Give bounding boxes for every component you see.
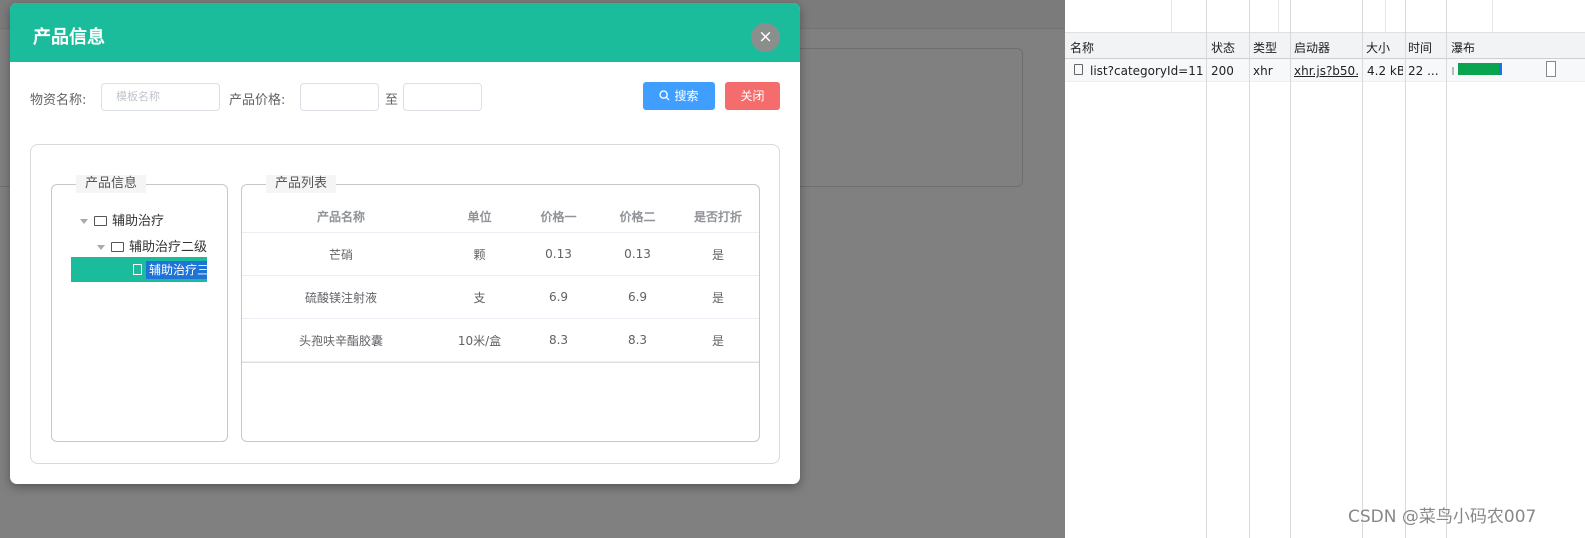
request-name[interactable]: list?categoryId=11... [1090, 64, 1203, 78]
tree-node-label: 辅助治疗二级 [129, 240, 207, 255]
table-row[interactable]: 硫酸镁注射液 支 6.9 6.9 是 [242, 275, 759, 319]
price-label: 产品价格: [229, 93, 286, 108]
waterfall-wait-bar [1458, 63, 1499, 75]
column-divider[interactable] [1405, 0, 1406, 538]
table-cell: 8.3 [598, 318, 677, 362]
list-legend: 产品列表 [266, 175, 337, 193]
column-header: 产品名称 [242, 200, 440, 233]
request-initiator-link[interactable]: xhr.js?b50... [1294, 64, 1358, 78]
price-to-label: 至 [385, 93, 399, 108]
material-name-input[interactable]: 模板名称 [101, 83, 220, 111]
table-cell: 0.13 [519, 232, 598, 276]
price-max-input[interactable] [403, 83, 482, 111]
column-header-status[interactable]: 状态 [1211, 39, 1235, 56]
waterfall-download-bar [1499, 63, 1502, 75]
column-header: 价格二 [598, 200, 677, 233]
table-cell: 10米/盒 [440, 318, 519, 362]
column-divider[interactable] [1249, 0, 1250, 538]
timeline-tick [1171, 0, 1172, 32]
request-size: 4.2 kB [1367, 64, 1403, 78]
table-cell: 支 [440, 275, 519, 319]
column-header: 单位 [440, 200, 519, 233]
column-header: 价格一 [519, 200, 598, 233]
search-button-label: 搜索 [674, 89, 699, 103]
tree-legend: 产品信息 [76, 175, 147, 193]
column-divider[interactable] [1206, 0, 1207, 538]
table-cell: 6.9 [519, 275, 598, 319]
column-divider[interactable] [1290, 0, 1291, 538]
folder-icon [111, 241, 124, 252]
column-header: 是否打折 [677, 200, 759, 233]
scrollbar[interactable] [1546, 61, 1556, 77]
column-header-initiator[interactable]: 启动器 [1294, 39, 1330, 56]
column-header-time[interactable]: 时间 [1408, 39, 1432, 56]
tree-node-label: 辅助治疗 [112, 214, 165, 229]
request-time: 22 ... [1408, 64, 1439, 78]
column-header-waterfall[interactable]: 瀑布 [1451, 39, 1475, 56]
expand-caret-icon[interactable] [97, 245, 105, 250]
table-cell: 8.3 [519, 318, 598, 362]
table-cell: 颗 [440, 232, 519, 276]
search-icon [659, 90, 670, 101]
table-row[interactable]: 芒硝 颗 0.13 0.13 是 [242, 232, 759, 276]
search-button[interactable]: 搜索 [643, 82, 715, 110]
column-divider[interactable] [1362, 0, 1363, 538]
close-button[interactable]: 关闭 [725, 82, 780, 110]
table-cell: 是 [677, 232, 759, 276]
folder-icon [94, 215, 107, 226]
network-overview-timeline[interactable] [1065, 0, 1585, 33]
close-icon[interactable]: × [751, 23, 780, 52]
timeline-tick [1492, 0, 1493, 32]
table-cell: 是 [677, 318, 759, 362]
table-header-row: 产品名称 单位 价格一 价格二 是否打折 [242, 200, 759, 233]
tree-node-label: 辅助治疗三 [146, 261, 207, 279]
column-header-type[interactable]: 类型 [1253, 39, 1277, 56]
product-table: 产品名称 单位 价格一 价格二 是否打折 芒硝 颗 0.13 0.13 是 硫酸… [242, 200, 759, 362]
product-info-dialog: 产品信息 × 物资名称: 模板名称 产品价格: 至 搜索 关闭 产品信息 辅助治… [10, 3, 800, 484]
devtools-network-panel: 名称 状态 类型 启动器 大小 时间 瀑布 list?categoryId=11… [1065, 0, 1585, 538]
table-cell: 是 [677, 275, 759, 319]
table-bottom-divider [242, 362, 759, 363]
request-status: 200 [1211, 64, 1234, 78]
watermark-text: CSDN @菜鸟小码农007 [1348, 507, 1537, 527]
dialog-header: 产品信息 × [10, 3, 800, 62]
material-name-label: 物资名称: [30, 93, 87, 108]
column-header-size[interactable]: 大小 [1366, 39, 1390, 56]
table-cell: 头孢呋辛酯胶囊 [242, 318, 440, 362]
table-cell: 0.13 [598, 232, 677, 276]
document-icon [1074, 64, 1083, 75]
tree-node-level3-selected[interactable]: 辅助治疗三 [71, 257, 207, 282]
tree-node-level2[interactable]: 辅助治疗二级 [97, 236, 207, 255]
timeline-tick [1278, 0, 1279, 32]
column-divider[interactable] [1446, 0, 1447, 538]
column-header-name[interactable]: 名称 [1070, 39, 1094, 56]
document-icon [133, 264, 142, 275]
waterfall-queue-bar [1452, 67, 1454, 75]
table-cell: 6.9 [598, 275, 677, 319]
expand-caret-icon[interactable] [80, 219, 88, 224]
timeline-tick [1385, 0, 1386, 32]
table-cell: 芒硝 [242, 232, 440, 276]
tree-node-level1[interactable]: 辅助治疗 [80, 210, 164, 229]
table-cell: 硫酸镁注射液 [242, 275, 440, 319]
request-type: xhr [1253, 64, 1273, 78]
dialog-title: 产品信息 [33, 27, 105, 48]
table-row[interactable]: 头孢呋辛酯胶囊 10米/盒 8.3 8.3 是 [242, 318, 759, 362]
price-min-input[interactable] [300, 83, 379, 111]
